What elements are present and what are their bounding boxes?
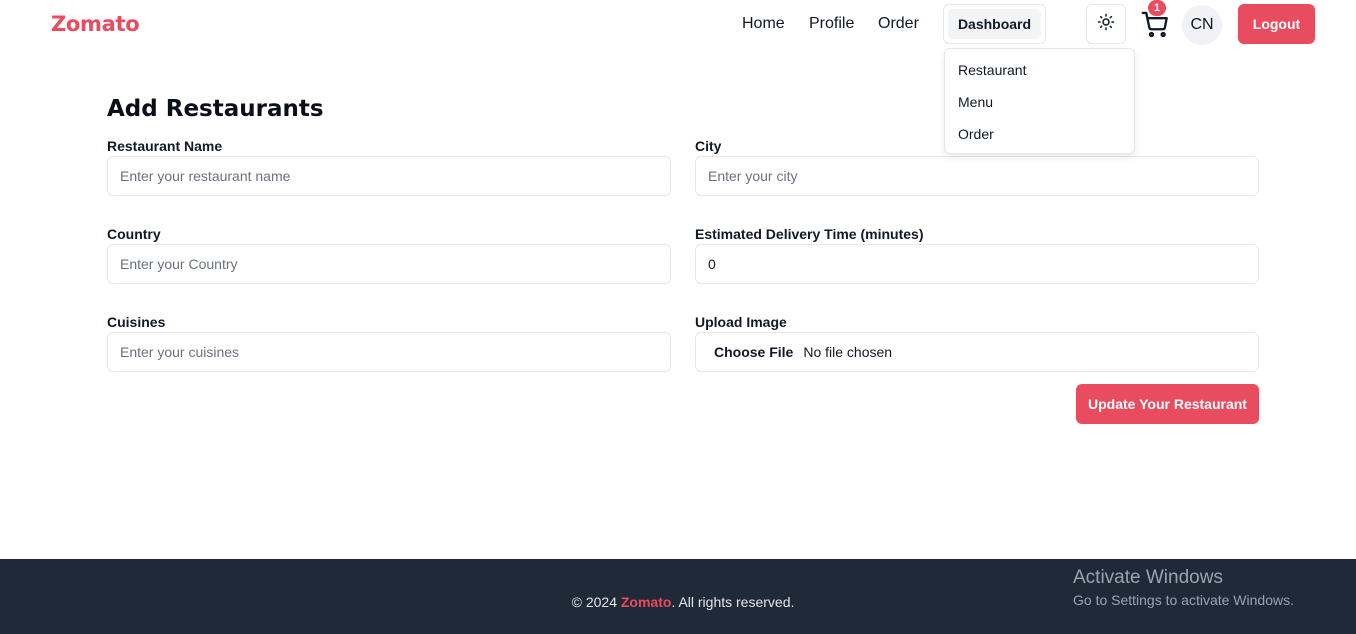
cart-count-badge: 1 bbox=[1148, 0, 1166, 16]
activate-windows-title: Activate Windows bbox=[1073, 567, 1223, 588]
city-label: City bbox=[695, 138, 722, 154]
footer-prefix: © 2024 bbox=[571, 594, 621, 610]
city-input[interactable] bbox=[695, 156, 1259, 196]
file-status-text: No file chosen bbox=[803, 344, 893, 360]
nav-link-profile[interactable]: Profile bbox=[809, 15, 854, 33]
nav-link-order[interactable]: Order bbox=[878, 15, 919, 33]
avatar[interactable]: CN bbox=[1182, 5, 1222, 45]
dashboard-menu-trigger[interactable]: Dashboard bbox=[943, 4, 1046, 44]
dropdown-item-order[interactable]: Order bbox=[958, 126, 994, 142]
country-label: Country bbox=[107, 226, 161, 242]
dashboard-label: Dashboard bbox=[948, 9, 1041, 39]
choose-file-button[interactable]: Choose File bbox=[714, 344, 793, 360]
footer-brand: Zomato bbox=[620, 594, 672, 610]
page-title: Add Restaurants bbox=[107, 96, 324, 122]
dropdown-item-menu[interactable]: Menu bbox=[958, 94, 993, 110]
cuisines-label: Cuisines bbox=[107, 314, 166, 330]
footer-suffix: . All rights reserved. bbox=[671, 594, 795, 610]
sun-icon bbox=[1097, 13, 1115, 36]
restaurant-name-label: Restaurant Name bbox=[107, 138, 223, 154]
nav-link-home[interactable]: Home bbox=[742, 15, 785, 33]
country-input[interactable] bbox=[107, 244, 671, 284]
cuisines-input[interactable] bbox=[107, 332, 671, 372]
theme-toggle-button[interactable] bbox=[1086, 4, 1126, 44]
navbar: Zomato Home Profile Order Dashboard 1 CN… bbox=[0, 0, 1356, 48]
update-restaurant-button[interactable]: Update Your Restaurant bbox=[1076, 384, 1259, 424]
logout-button[interactable]: Logout bbox=[1238, 4, 1315, 44]
upload-image-label: Upload Image bbox=[695, 314, 787, 330]
activate-windows-subtitle: Go to Settings to activate Windows. bbox=[1073, 592, 1294, 608]
delivery-time-input[interactable] bbox=[695, 244, 1259, 284]
upload-image-input[interactable]: Choose File No file chosen bbox=[695, 332, 1259, 372]
brand-logo[interactable]: Zomato bbox=[51, 12, 140, 36]
delivery-time-label: Estimated Delivery Time (minutes) bbox=[695, 226, 924, 242]
dashboard-dropdown: Restaurant Menu Order bbox=[944, 48, 1135, 154]
dropdown-item-restaurant[interactable]: Restaurant bbox=[958, 62, 1026, 78]
restaurant-name-input[interactable] bbox=[107, 156, 671, 196]
